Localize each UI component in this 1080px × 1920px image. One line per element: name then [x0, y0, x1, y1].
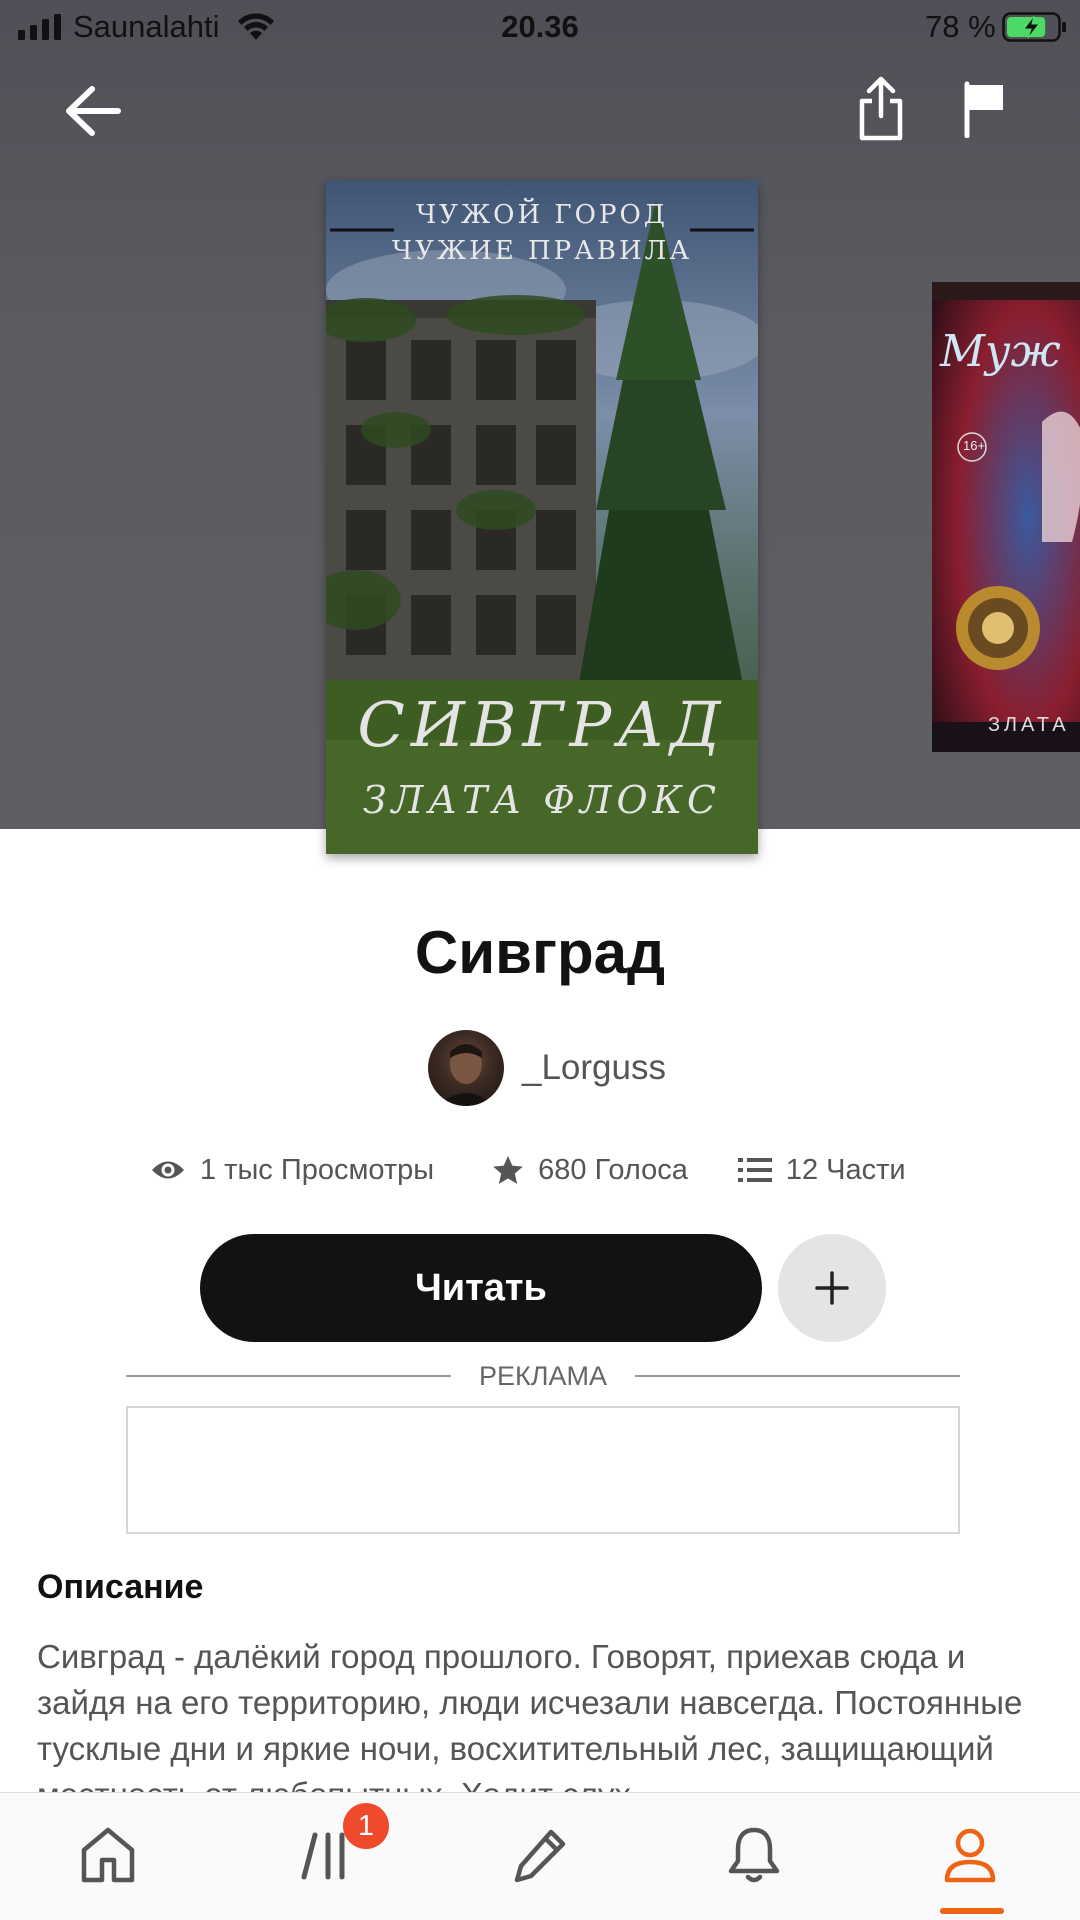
- tab-notifications[interactable]: [714, 1815, 794, 1895]
- cover-tagline-line1: ЧУЖОЙ ГОРОД: [416, 200, 668, 230]
- next-cover-author: ЗЛАТА: [988, 714, 1070, 736]
- cover-author: ЗЛАТА ФЛОКС: [362, 778, 722, 822]
- active-tab-indicator: [940, 1908, 1004, 1914]
- ad-slot[interactable]: [126, 1406, 960, 1534]
- parts-stat: 12 Части: [737, 1153, 906, 1187]
- arrow-left-icon: [66, 86, 121, 136]
- cover-tagline-line2: ЧУЖИЕ ПРАВИЛА: [391, 236, 693, 266]
- votes-stat: 680 Голоса: [492, 1154, 688, 1187]
- views-count: 1 тыс Просмотры: [200, 1153, 435, 1186]
- author-link[interactable]: _Lorguss: [428, 1030, 666, 1106]
- tab-write[interactable]: [500, 1815, 580, 1895]
- battery-charging-icon: [1002, 12, 1066, 42]
- description-text: Сивград - далёкий город прошлого. Говоря…: [37, 1638, 1023, 1813]
- status-bar: Saunalahti 20.36 78 %: [0, 0, 1080, 56]
- story-stats: 1 тыс Просмотры 680 Голоса 12 Части: [150, 1146, 906, 1194]
- bell-icon: [728, 1827, 780, 1883]
- tab-home[interactable]: [68, 1815, 148, 1895]
- author-avatar[interactable]: [428, 1030, 504, 1106]
- list-icon: [737, 1158, 772, 1182]
- divider: [126, 1375, 452, 1377]
- plus-icon: [815, 1271, 849, 1305]
- story-title: Сивград: [414, 919, 666, 986]
- share-icon: [859, 76, 903, 141]
- star-icon: [493, 1156, 523, 1184]
- avatar-photo: [438, 1044, 494, 1106]
- author-name[interactable]: _Lorguss: [522, 1048, 666, 1088]
- tab-profile[interactable]: [930, 1815, 1010, 1895]
- bottom-tab-bar: [0, 1792, 1080, 1920]
- report-button[interactable]: [950, 74, 1020, 144]
- eye-icon: [152, 1161, 184, 1179]
- votes-count: 680 Голоса: [538, 1153, 688, 1186]
- ad-separator: РЕКЛАМА: [126, 1358, 961, 1394]
- flag-icon: [964, 81, 1003, 138]
- parts-count: 12 Части: [785, 1153, 906, 1186]
- library-badge: 1: [343, 1803, 389, 1849]
- back-button[interactable]: [58, 76, 128, 146]
- views-stat: 1 тыс Просмотры: [150, 1154, 434, 1187]
- next-cover-age-badge: 16+: [963, 438, 986, 453]
- divider: [635, 1375, 961, 1377]
- clock: 20.36: [501, 9, 579, 44]
- story-cover[interactable]: ЧУЖОЙ ГОРОД ЧУЖИЕ ПРАВИЛА СИВГРАД ЗЛАТА …: [326, 180, 758, 854]
- read-button[interactable]: Читать: [200, 1234, 762, 1342]
- share-button[interactable]: [846, 74, 916, 144]
- next-story-cover[interactable]: Муж 16+ ЗЛАТА: [932, 282, 1080, 752]
- home-icon: [81, 1827, 135, 1883]
- cover-title: СИВГРАД: [357, 688, 727, 761]
- next-cover-title: Муж: [940, 326, 1061, 377]
- description-heading: Описание: [37, 1568, 204, 1606]
- ad-label: РЕКЛАМА: [479, 1360, 607, 1391]
- add-to-library-button[interactable]: [778, 1234, 886, 1342]
- pencil-icon: [514, 1829, 566, 1883]
- profile-icon: [944, 1828, 996, 1883]
- battery-percent: 78 %: [925, 9, 996, 44]
